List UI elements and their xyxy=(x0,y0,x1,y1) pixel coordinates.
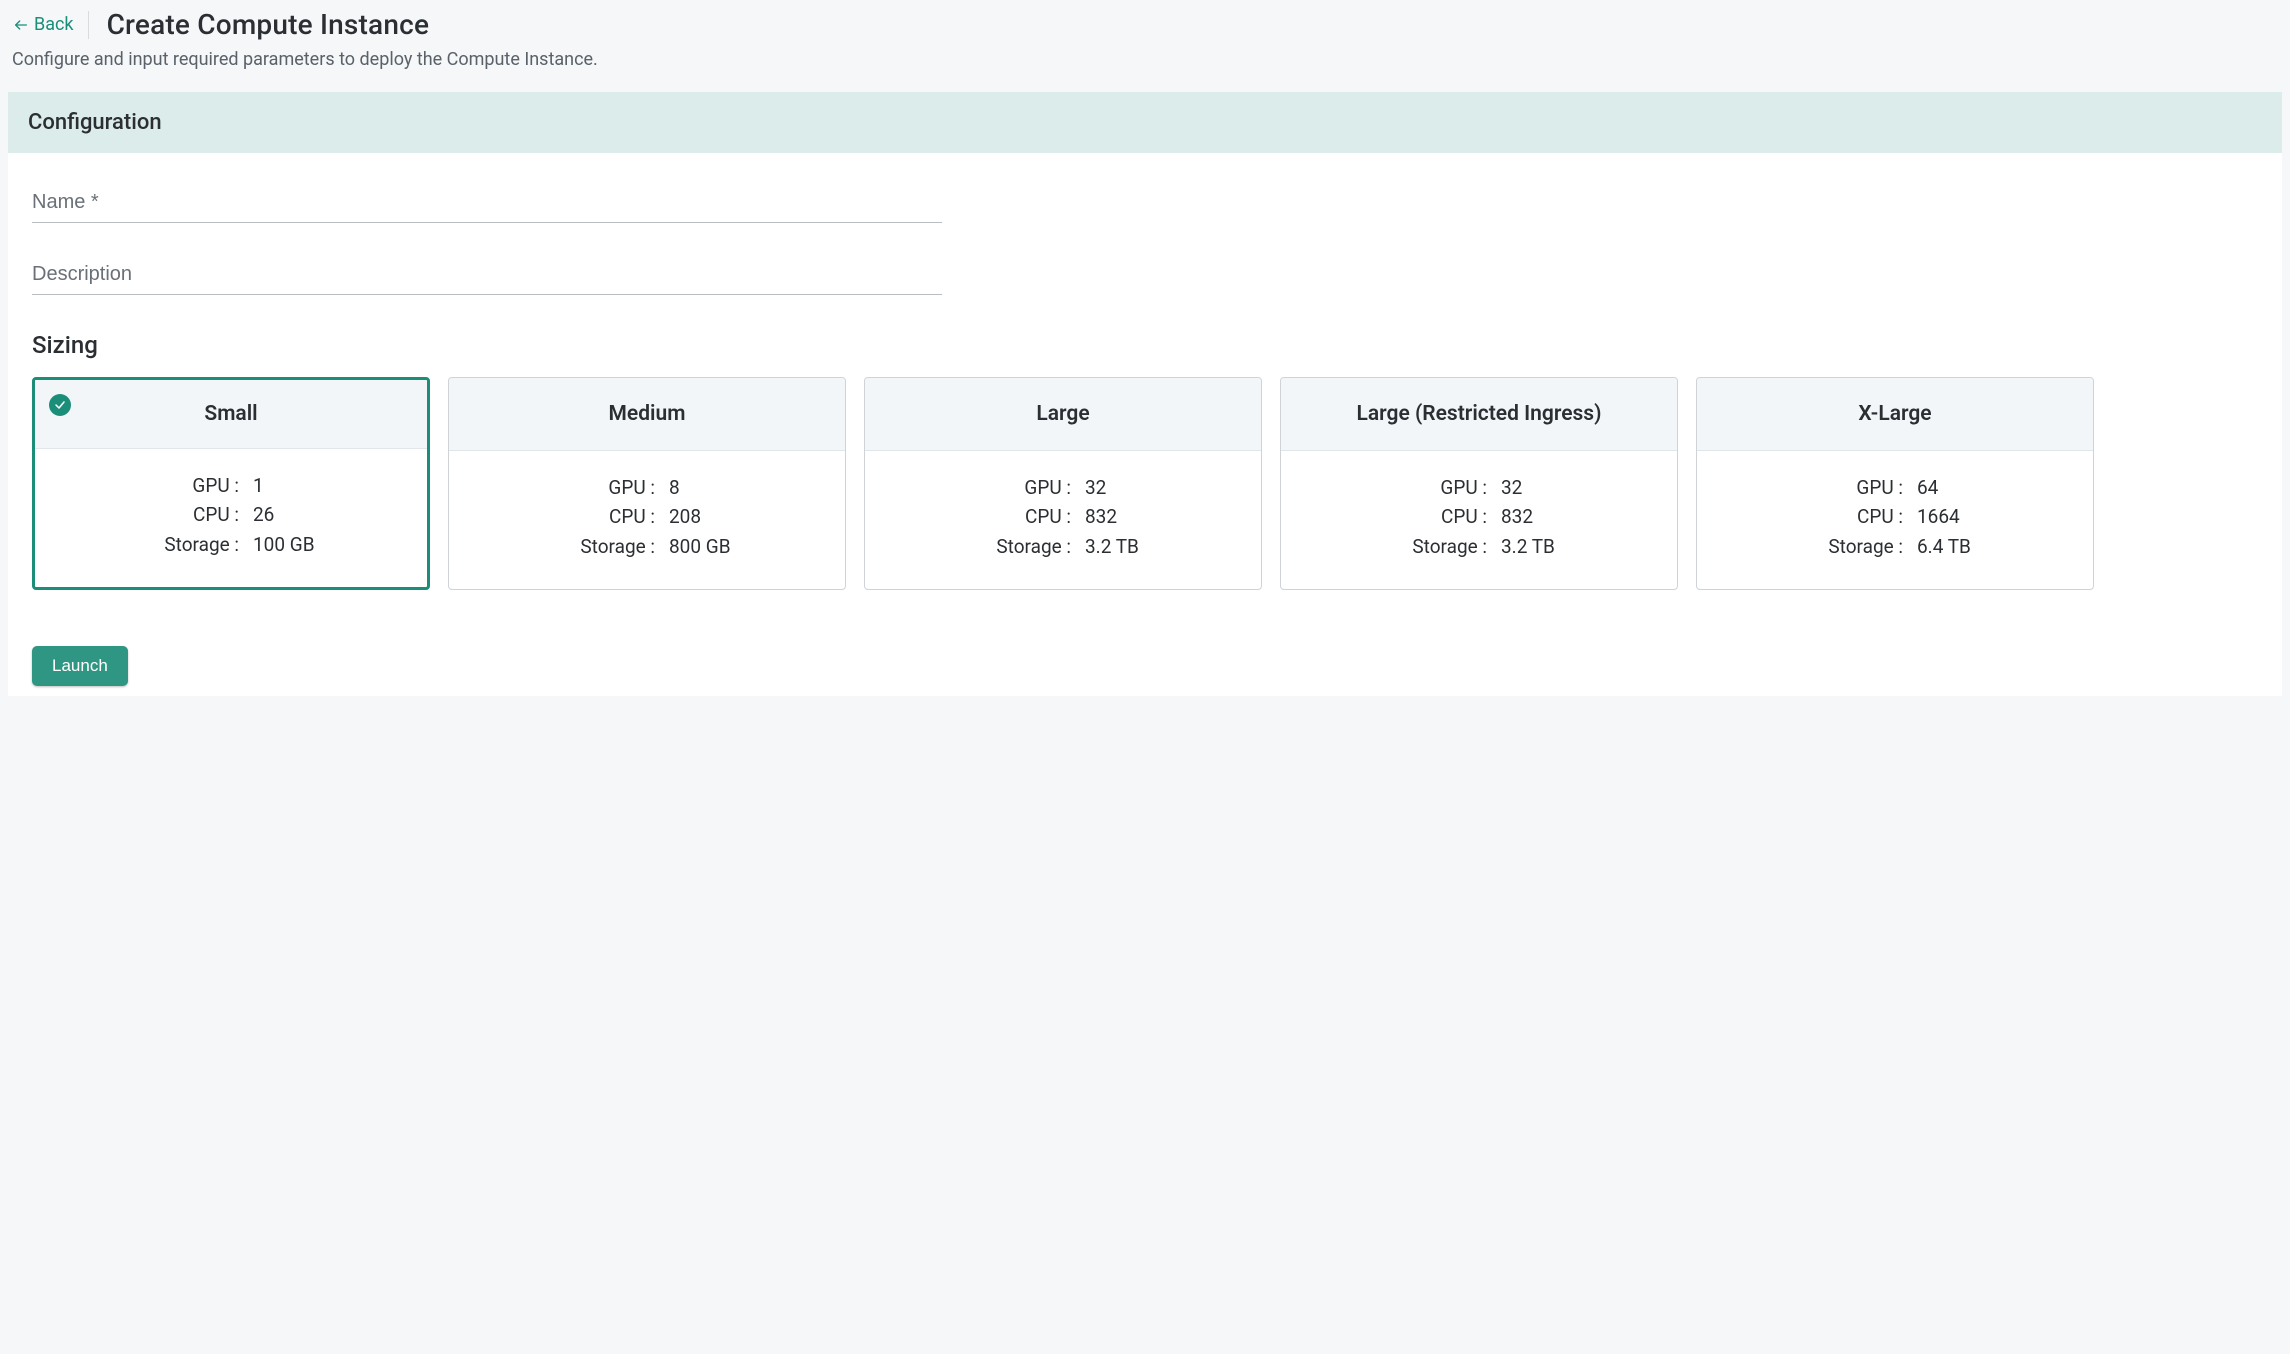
back-button[interactable]: Back xyxy=(12,11,89,39)
arrow-left-icon xyxy=(12,16,30,34)
spec-row-cpu: CPU : 208 xyxy=(459,502,835,531)
panel-title: Configuration xyxy=(8,92,2282,153)
spec-label: GPU : xyxy=(109,471,239,500)
sizing-card-small[interactable]: Small GPU : 1 CPU : 26 Storage : 100 GB xyxy=(32,377,430,590)
spec-label: GPU : xyxy=(941,473,1071,502)
spec-value: 208 xyxy=(669,502,769,531)
spec-value: 832 xyxy=(1085,502,1185,531)
sizing-card-grid: SmallGPU :1CPU :26Storage :100 GBMediumG… xyxy=(32,377,2258,590)
sizing-card-title: Large xyxy=(865,378,1261,451)
spec-row-cpu: CPU : 26 xyxy=(45,500,417,529)
spec-row-storage: Storage : 800 GB xyxy=(459,532,835,561)
sizing-card-large-ri[interactable]: Large (Restricted Ingress) GPU : 32 CPU : 83… xyxy=(1280,377,1678,590)
spec-row-storage: Storage : 3.2 TB xyxy=(875,532,1251,561)
name-field-wrapper xyxy=(32,187,942,223)
spec-row-gpu: GPU : 32 xyxy=(1291,473,1667,502)
spec-row-storage: Storage : 6.4 TB xyxy=(1707,532,2083,561)
spec-row-cpu: CPU : 832 xyxy=(875,502,1251,531)
spec-row-cpu: CPU : 832 xyxy=(1291,502,1667,531)
sizing-card-body: GPU : 32 CPU : 832 Storage : 3.2 TB xyxy=(1281,451,1677,589)
spec-row-gpu: GPU : 64 xyxy=(1707,473,2083,502)
sizing-card-title: Small xyxy=(35,380,427,449)
spec-value: 1 xyxy=(253,471,353,500)
sizing-title: Sizing xyxy=(32,331,2258,359)
launch-button[interactable]: Launch xyxy=(32,646,128,686)
spec-label: GPU : xyxy=(1357,473,1487,502)
sizing-card-title: Large (Restricted Ingress) xyxy=(1281,378,1677,451)
sizing-card-title: Medium xyxy=(449,378,845,451)
check-circle-icon xyxy=(49,394,71,416)
spec-label: Storage : xyxy=(109,530,239,559)
spec-label: CPU : xyxy=(109,500,239,529)
spec-row-cpu: CPU : 1664 xyxy=(1707,502,2083,531)
spec-row-gpu: GPU : 32 xyxy=(875,473,1251,502)
spec-label: Storage : xyxy=(1773,532,1903,561)
spec-label: Storage : xyxy=(525,532,655,561)
spec-label: CPU : xyxy=(525,502,655,531)
sizing-card-body: GPU : 8 CPU : 208 Storage : 800 GB xyxy=(449,451,845,589)
sizing-card-body: GPU : 64 CPU : 1664 Storage : 6.4 TB xyxy=(1697,451,2093,589)
spec-label: CPU : xyxy=(1773,502,1903,531)
spec-value: 26 xyxy=(253,500,353,529)
spec-value: 8 xyxy=(669,473,769,502)
sizing-card-title: X-Large xyxy=(1697,378,2093,451)
spec-label: Storage : xyxy=(941,532,1071,561)
page-subtitle: Configure and input required parameters … xyxy=(8,47,2282,92)
spec-label: GPU : xyxy=(1773,473,1903,502)
description-field-wrapper xyxy=(32,259,942,295)
spec-label: Storage : xyxy=(1357,532,1487,561)
sizing-card-medium[interactable]: Medium GPU : 8 CPU : 208 Storage : 800 GB xyxy=(448,377,846,590)
back-label: Back xyxy=(34,14,74,35)
spec-value: 32 xyxy=(1085,473,1185,502)
sizing-card-xlarge[interactable]: X-Large GPU : 64 CPU : 1664 Storage : 6.4 TB xyxy=(1696,377,2094,590)
name-input[interactable] xyxy=(32,187,942,223)
sizing-card-body: GPU : 32 CPU : 832 Storage : 3.2 TB xyxy=(865,451,1261,589)
spec-value: 3.2 TB xyxy=(1501,532,1601,561)
spec-value: 832 xyxy=(1501,502,1601,531)
spec-label: CPU : xyxy=(941,502,1071,531)
configuration-panel: Configuration Sizing SmallGPU :1CPU :26S… xyxy=(8,92,2282,696)
spec-value: 100 GB xyxy=(253,530,353,559)
spec-row-storage: Storage : 100 GB xyxy=(45,530,417,559)
spec-value: 64 xyxy=(1917,473,2017,502)
page-title: Create Compute Instance xyxy=(107,8,430,41)
sizing-card-large[interactable]: Large GPU : 32 CPU : 832 Storage : 3.2 TB xyxy=(864,377,1262,590)
description-input[interactable] xyxy=(32,259,942,295)
spec-row-storage: Storage : 3.2 TB xyxy=(1291,532,1667,561)
spec-value: 1664 xyxy=(1917,502,2017,531)
spec-value: 32 xyxy=(1501,473,1601,502)
spec-value: 3.2 TB xyxy=(1085,532,1185,561)
spec-row-gpu: GPU : 8 xyxy=(459,473,835,502)
sizing-card-body: GPU : 1 CPU : 26 Storage : 100 GB xyxy=(35,449,427,587)
spec-value: 800 GB xyxy=(669,532,769,561)
spec-label: GPU : xyxy=(525,473,655,502)
spec-row-gpu: GPU : 1 xyxy=(45,471,417,500)
spec-label: CPU : xyxy=(1357,502,1487,531)
spec-value: 6.4 TB xyxy=(1917,532,2017,561)
